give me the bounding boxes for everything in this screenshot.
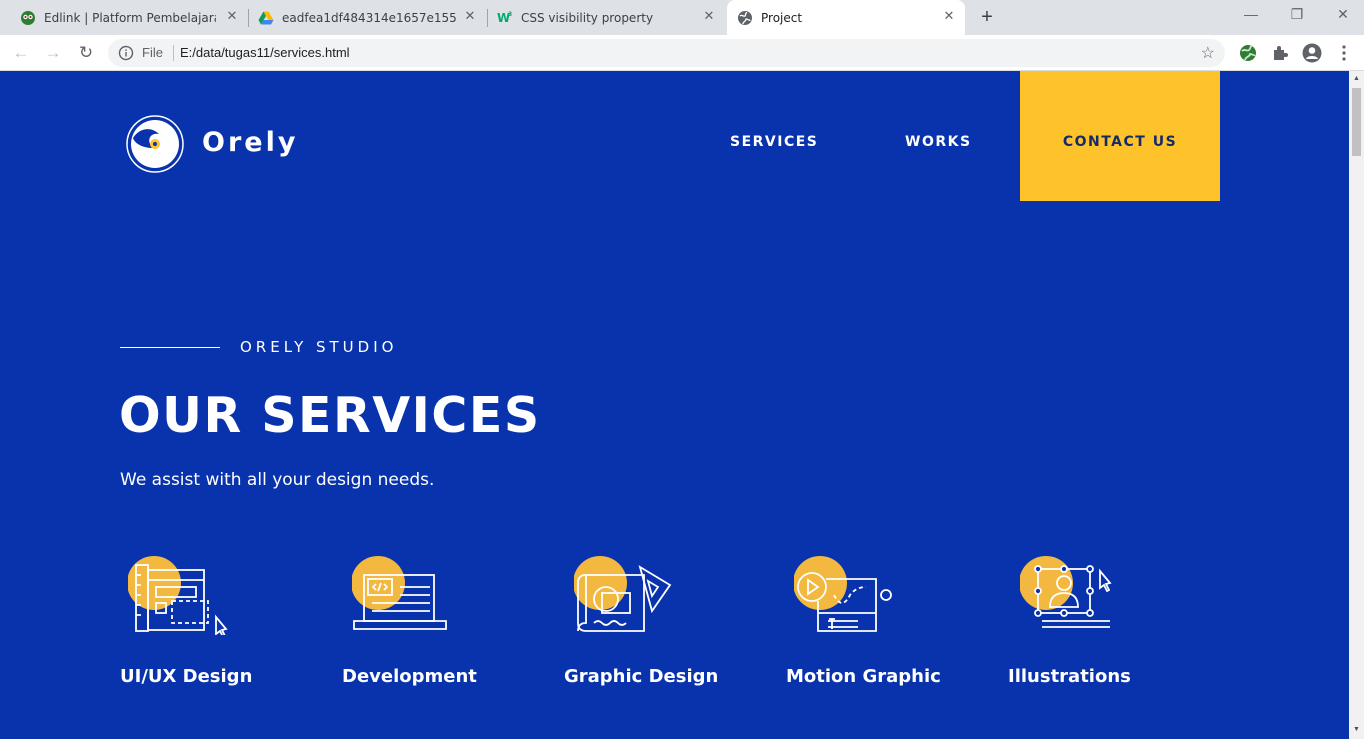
nav-services-link[interactable]: SERVICES	[730, 134, 818, 150]
google-drive-favicon-icon	[258, 11, 274, 24]
scrollbar-thumb[interactable]	[1352, 88, 1361, 156]
minimize-button[interactable]: —	[1228, 0, 1274, 30]
bookmark-star-icon[interactable]: ☆	[1201, 43, 1215, 63]
graphic-design-icon	[574, 556, 672, 632]
w3schools-favicon-icon: W 3	[497, 11, 512, 25]
forward-button[interactable]: →	[40, 40, 66, 66]
tab-close-icon[interactable]: ✕	[462, 9, 478, 25]
tab-title: Project	[761, 10, 803, 25]
service-ui-ux[interactable]: UI/UX Design	[120, 555, 300, 695]
globe-favicon-icon	[738, 10, 752, 25]
service-label: Motion Graphic	[786, 666, 941, 687]
service-label: Graphic Design	[564, 666, 719, 687]
window-close-button[interactable]: ✕	[1320, 0, 1364, 30]
restore-button[interactable]: ❐	[1274, 0, 1320, 30]
browser-toolbar: ← → ↻ File E:/data/tugas11/services.html…	[0, 35, 1364, 71]
edlink-favicon-icon	[21, 10, 35, 25]
tab-drive[interactable]: eadfea1df484314e1657e15551d7 ✕	[250, 0, 486, 35]
tab-close-icon[interactable]: ✕	[941, 9, 957, 25]
service-illustrations[interactable]: Illustrations	[1008, 555, 1188, 695]
eyebrow-text: ORELY STUDIO	[240, 338, 398, 356]
tab-close-icon[interactable]: ✕	[224, 9, 240, 25]
contact-us-label: CONTACT US	[1062, 134, 1178, 150]
page-viewport: Orely SERVICES WORKS CONTACT US ORELY ST…	[0, 71, 1349, 739]
ui-ux-design-icon	[128, 556, 228, 635]
profile-avatar-icon[interactable]	[1302, 43, 1322, 63]
orely-logo-icon[interactable]	[125, 114, 185, 174]
new-tab-button[interactable]: +	[976, 7, 998, 29]
scroll-up-arrow-icon[interactable]: ▲	[1352, 74, 1361, 83]
service-graphic-design[interactable]: Graphic Design	[564, 555, 744, 695]
service-label: Illustrations	[1008, 666, 1131, 687]
tab-separator	[487, 9, 488, 27]
illustrations-icon	[1020, 556, 1112, 628]
address-divider	[173, 45, 174, 61]
brand-name[interactable]: Orely	[202, 127, 298, 158]
service-development[interactable]: Development	[342, 555, 522, 695]
reload-button[interactable]: ↻	[73, 40, 99, 66]
page-subtitle: We assist with all your design needs.	[120, 470, 435, 490]
tab-title: eadfea1df484314e1657e15551d7	[282, 10, 457, 25]
svg-text:3: 3	[508, 11, 512, 18]
url-text[interactable]: E:/data/tugas11/services.html	[180, 45, 350, 60]
scheme-label: File	[142, 45, 163, 60]
tab-edlink[interactable]: Edlink | Platform Pembelajaran Ir ✕	[12, 0, 248, 35]
extensions-puzzle-icon[interactable]	[1270, 43, 1290, 63]
tab-title: CSS visibility property	[521, 10, 654, 25]
address-bar[interactable]: File E:/data/tugas11/services.html ☆	[108, 39, 1225, 67]
scroll-down-arrow-icon[interactable]: ▼	[1352, 725, 1361, 734]
tab-close-icon[interactable]: ✕	[701, 9, 717, 25]
service-label: UI/UX Design	[120, 666, 253, 687]
service-motion-graphic[interactable]: Motion Graphic	[786, 555, 966, 695]
tab-w3schools[interactable]: W 3 CSS visibility property ✕	[489, 0, 725, 35]
tab-project[interactable]: Project ✕	[727, 0, 965, 35]
info-icon[interactable]	[118, 45, 134, 61]
page-title: OUR SERVICES	[119, 387, 541, 444]
tab-separator	[248, 9, 249, 27]
service-label: Development	[342, 666, 477, 687]
back-button[interactable]: ←	[8, 40, 34, 66]
eyebrow-divider	[120, 347, 220, 348]
extension-globe-icon[interactable]	[1238, 43, 1258, 63]
tab-title: Edlink | Platform Pembelajaran Ir	[44, 10, 216, 25]
development-icon	[352, 556, 447, 630]
page-scrollbar[interactable]: ▲ ▼	[1349, 71, 1364, 739]
menu-kebab-icon[interactable]	[1334, 43, 1354, 63]
nav-works-link[interactable]: WORKS	[905, 134, 972, 150]
contact-us-button[interactable]: CONTACT US	[1020, 71, 1220, 201]
motion-graphic-icon	[794, 556, 892, 632]
browser-tab-strip: Edlink | Platform Pembelajaran Ir ✕ eadf…	[0, 0, 1364, 35]
